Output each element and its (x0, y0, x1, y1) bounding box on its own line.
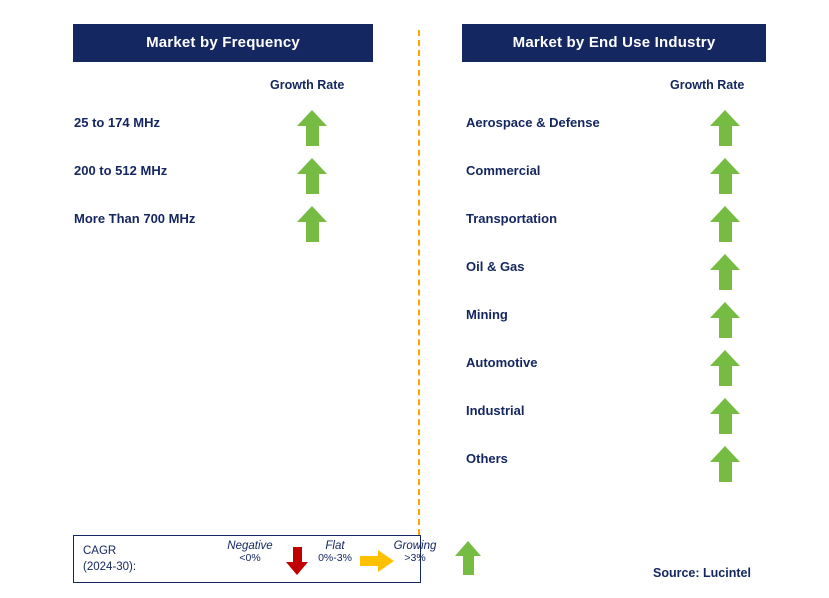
legend-cagr-line2: (2024-30): (83, 561, 137, 573)
vertical-dashed-divider (418, 30, 420, 535)
arrow-up-green-icon (710, 398, 740, 434)
legend: CAGR (2024-30): Negative <0% Flat 0%-3% … (73, 535, 481, 583)
table-row: 200 to 512 MHz (73, 158, 373, 206)
table-row: More Than 700 MHz (73, 206, 373, 254)
growth-rate-header-end-use-industry: Growth Rate (670, 78, 745, 92)
panel-title-end-use-industry: Market by End Use Industry (462, 24, 766, 62)
legend-title-flat: Flat (325, 540, 345, 552)
table-row: Others (462, 446, 766, 494)
table-row: 25 to 174 MHz (73, 110, 373, 158)
growth-cell (710, 158, 740, 194)
growth-cell (297, 206, 327, 242)
row-label: Aerospace & Defense (466, 115, 600, 130)
panel-title-frequency: Market by Frequency (73, 24, 373, 62)
growth-cell (710, 350, 740, 386)
growth-cell (710, 302, 740, 338)
row-label: Commercial (466, 163, 541, 178)
legend-title-growing: Growing (393, 540, 437, 552)
growth-rate-header-frequency: Growth Rate (270, 78, 345, 92)
legend-item-growing: Growing >3% (379, 540, 451, 564)
row-label: Transportation (466, 211, 558, 226)
legend-arrow-up-green (455, 541, 481, 575)
row-label: Mining (466, 307, 508, 322)
legend-cagr-label: CAGR (2024-30): (83, 543, 136, 575)
table-row: Aerospace & Defense (462, 110, 766, 158)
arrow-up-green-icon (710, 446, 740, 482)
arrow-up-green-icon (297, 206, 327, 242)
legend-item-flat: Flat 0%-3% (304, 540, 366, 564)
legend-title-negative: Negative (227, 540, 273, 552)
legend-range-growing: >3% (404, 552, 426, 564)
row-label: Others (466, 451, 508, 466)
arrow-up-green-icon (710, 254, 740, 290)
panel-market-by-end-use-industry: Market by End Use Industry Aerospace & D… (462, 0, 766, 482)
row-label: 25 to 174 MHz (74, 115, 160, 130)
arrow-up-green-icon (297, 110, 327, 146)
growth-cell (710, 206, 740, 242)
arrow-up-green-icon (710, 206, 740, 242)
table-row: Commercial (462, 158, 766, 206)
source-attribution: Source: Lucintel (653, 566, 751, 580)
growth-cell (710, 446, 740, 482)
row-label: Industrial (466, 403, 525, 418)
growth-cell (297, 110, 327, 146)
table-row: Mining (462, 302, 766, 350)
growth-cell (710, 110, 740, 146)
row-label: More Than 700 MHz (74, 211, 196, 226)
legend-range-flat: 0%-3% (318, 552, 352, 564)
legend-range-negative: <0% (239, 552, 261, 564)
arrow-up-green-icon (710, 302, 740, 338)
table-row: Oil & Gas (462, 254, 766, 302)
growth-cell (710, 254, 740, 290)
row-label: Automotive (466, 355, 538, 370)
row-list-frequency: 25 to 174 MHz 200 to 512 MHz More Than 7… (73, 110, 373, 254)
table-row: Automotive (462, 350, 766, 398)
arrow-up-green-icon (710, 158, 740, 194)
table-row: Industrial (462, 398, 766, 446)
legend-cagr-line1: CAGR (83, 545, 117, 557)
legend-item-negative: Negative <0% (211, 540, 289, 564)
row-label: Oil & Gas (466, 259, 525, 274)
row-list-end-use-industry: Aerospace & Defense Commercial Transport… (462, 110, 766, 494)
growth-cell (710, 398, 740, 434)
growth-cell (297, 158, 327, 194)
arrow-up-green-icon (297, 158, 327, 194)
table-row: Transportation (462, 206, 766, 254)
arrow-up-green-icon (455, 541, 481, 575)
panel-market-by-frequency: Market by Frequency 25 to 174 MHz 200 to… (73, 0, 373, 242)
arrow-up-green-icon (710, 350, 740, 386)
arrow-up-green-icon (710, 110, 740, 146)
row-label: 200 to 512 MHz (74, 163, 168, 178)
